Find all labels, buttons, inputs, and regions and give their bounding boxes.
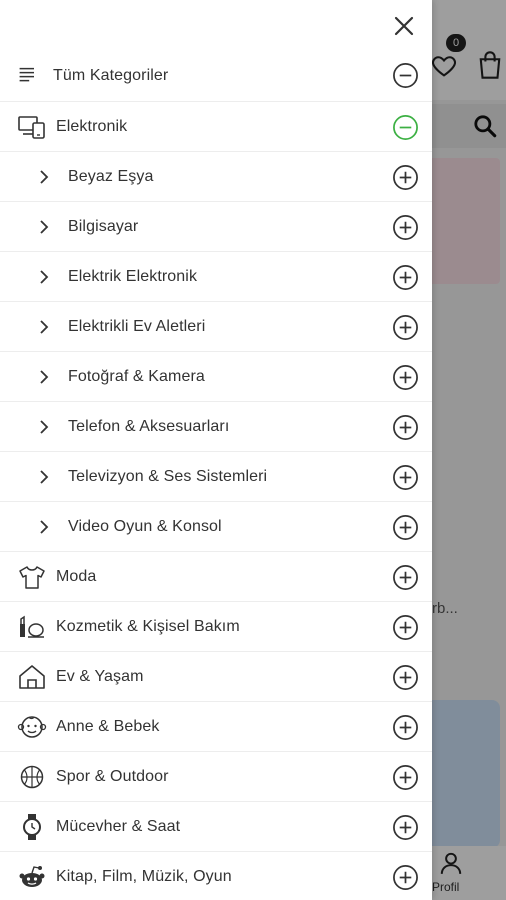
subcategory-row[interactable]: Video Oyun & Konsol (0, 502, 432, 552)
collapse-minus-icon[interactable] (392, 62, 419, 89)
chevron-right-icon (40, 370, 49, 384)
subcategory-row[interactable]: Fotoğraf & Kamera (0, 352, 432, 402)
expand-plus-icon[interactable] (392, 714, 419, 741)
category-row-ev-yasam[interactable]: Ev & Yaşam (0, 652, 432, 702)
expand-plus-icon[interactable] (392, 214, 419, 241)
category-label: Moda (56, 567, 97, 585)
home-icon (19, 665, 45, 689)
subcategory-label: Elektrik Elektronik (68, 267, 198, 285)
reddit-alien-icon (19, 866, 45, 887)
chevron-right-icon (40, 270, 49, 284)
chevron-right-icon (40, 470, 49, 484)
subcategory-label: Telefon & Aksesuarları (68, 417, 230, 435)
expand-plus-icon[interactable] (392, 864, 419, 891)
expand-plus-icon[interactable] (392, 564, 419, 591)
subcategory-label: Video Oyun & Konsol (68, 517, 222, 535)
subcategory-row[interactable]: Elektrikli Ev Aletleri (0, 302, 432, 352)
category-label: Ev & Yaşam (56, 667, 144, 685)
category-label: Anne & Bebek (56, 717, 160, 735)
collapse-minus-icon[interactable] (392, 114, 419, 141)
category-label: Kozmetik & Kişisel Bakım (56, 617, 240, 635)
category-row-spor[interactable]: Spor & Outdoor (0, 752, 432, 802)
category-label: Mücevher & Saat (56, 817, 181, 835)
all-categories-row[interactable]: Tüm Kategoriler (0, 50, 432, 102)
expand-plus-icon[interactable] (392, 164, 419, 191)
expand-plus-icon[interactable] (392, 664, 419, 691)
expand-plus-icon[interactable] (392, 764, 419, 791)
expand-plus-icon[interactable] (392, 814, 419, 841)
category-label: Elektronik (56, 117, 128, 135)
baby-icon (17, 716, 47, 738)
category-drawer: Tüm Kategoriler Elektronik Beyaz Eşya Bi… (0, 0, 432, 900)
subcategory-label: Beyaz Eşya (68, 167, 154, 185)
chevron-right-icon (40, 320, 49, 334)
subcategory-row[interactable]: Televizyon & Ses Sistemleri (0, 452, 432, 502)
expand-plus-icon[interactable] (392, 464, 419, 491)
watch-icon (23, 814, 41, 840)
chevron-right-icon (40, 220, 49, 234)
chevron-right-icon (40, 520, 49, 534)
category-row-mucevher[interactable]: Mücevher & Saat (0, 802, 432, 852)
subcategory-row[interactable]: Bilgisayar (0, 202, 432, 252)
subcategory-label: Televizyon & Ses Sistemleri (68, 467, 268, 485)
all-categories-label: Tüm Kategoriler (53, 66, 169, 84)
expand-plus-icon[interactable] (392, 314, 419, 341)
category-row-moda[interactable]: Moda (0, 552, 432, 602)
category-row-kitap-film[interactable]: Kitap, Film, Müzik, Oyun (0, 852, 432, 900)
category-row-anne-bebek[interactable]: Anne & Bebek (0, 702, 432, 752)
category-label: Spor & Outdoor (56, 767, 169, 785)
chevron-right-icon (40, 420, 49, 434)
expand-plus-icon[interactable] (392, 264, 419, 291)
ball-icon (20, 765, 44, 789)
close-icon[interactable] (388, 10, 420, 42)
subcategory-row[interactable]: Telefon & Aksesuarları (0, 402, 432, 452)
expand-plus-icon[interactable] (392, 614, 419, 641)
tshirt-icon (19, 566, 45, 589)
subcategory-label: Elektrikli Ev Aletleri (68, 317, 206, 335)
expand-plus-icon[interactable] (392, 514, 419, 541)
category-label: Kitap, Film, Müzik, Oyun (56, 867, 232, 885)
drawer-header (0, 0, 432, 50)
expand-plus-icon[interactable] (392, 364, 419, 391)
subcategory-row[interactable]: Beyaz Eşya (0, 152, 432, 202)
subcategory-label: Fotoğraf & Kamera (68, 367, 205, 385)
devices-icon (18, 116, 45, 139)
chevron-right-icon (40, 170, 49, 184)
expand-plus-icon[interactable] (392, 414, 419, 441)
cosmetics-icon (20, 615, 44, 638)
subcategory-row[interactable]: Elektrik Elektronik (0, 252, 432, 302)
category-row-kozmetik[interactable]: Kozmetik & Kişisel Bakım (0, 602, 432, 652)
subcategory-label: Bilgisayar (68, 217, 139, 235)
category-row-elektronik[interactable]: Elektronik (0, 102, 432, 152)
list-icon (19, 67, 34, 82)
